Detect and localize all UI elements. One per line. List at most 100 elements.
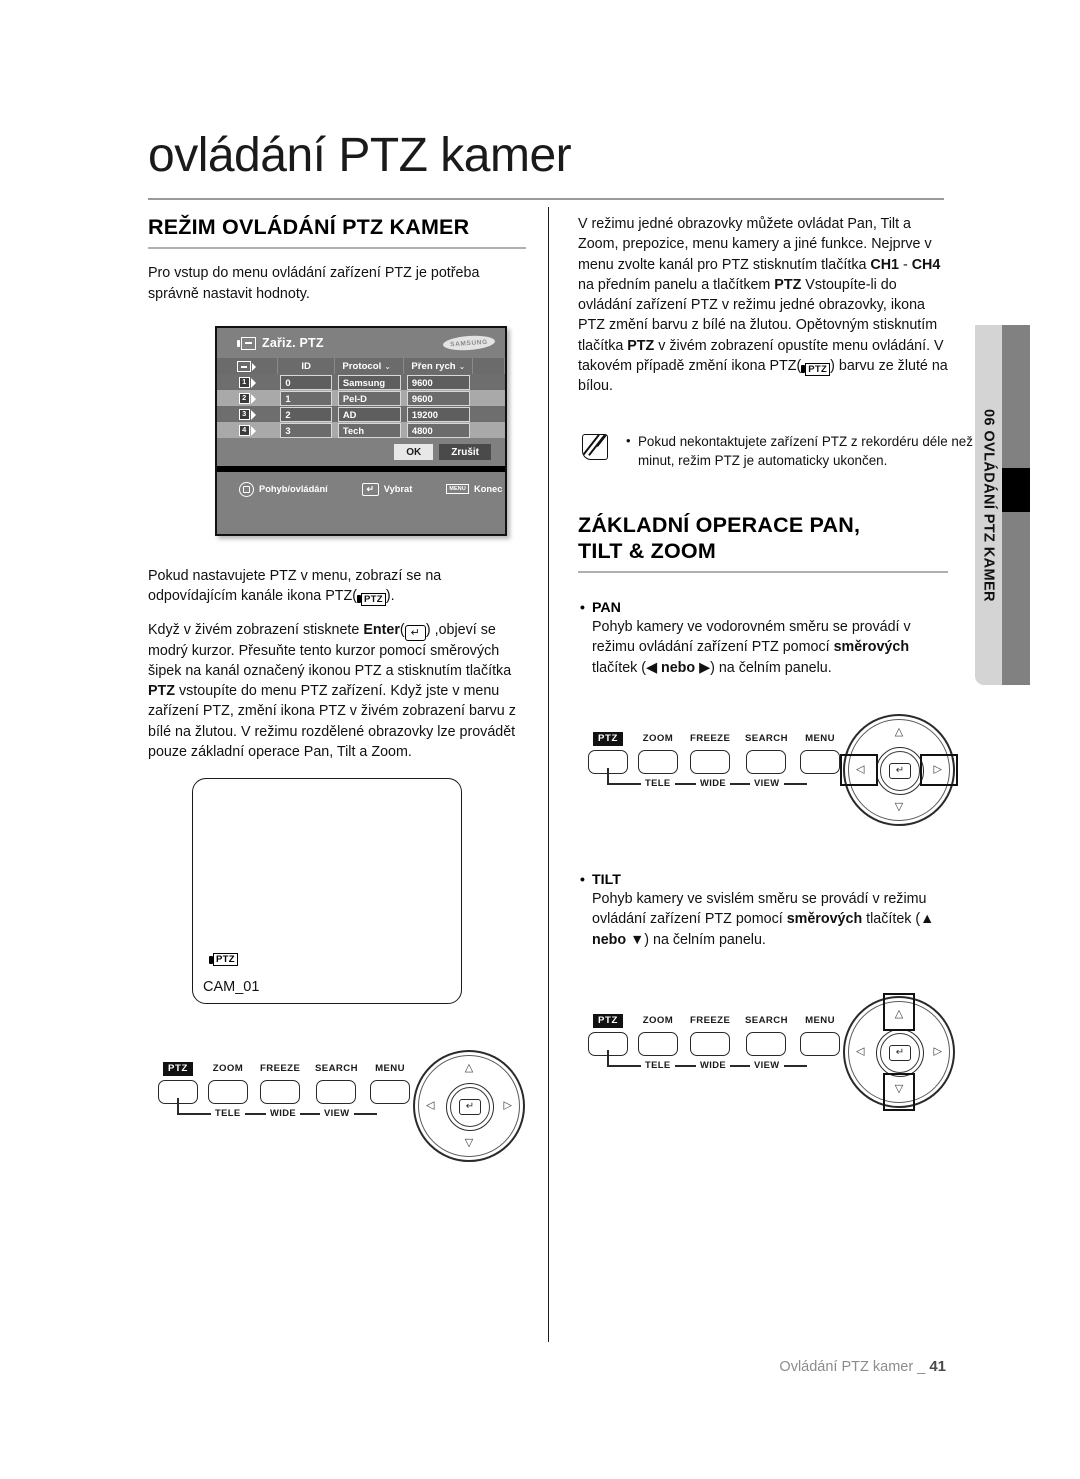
cell-protocol[interactable]: Tech bbox=[334, 422, 404, 438]
key-label-ptz: PTZ bbox=[163, 1061, 193, 1076]
table-row[interactable]: 2 1 Pel-D 9600 bbox=[217, 390, 505, 406]
note-block: Pokud nekontaktujete zařízení PTZ z reko… bbox=[578, 432, 994, 470]
key-label-menu: MENU bbox=[805, 1015, 835, 1026]
hint-exit: MENU Konec bbox=[446, 484, 502, 494]
ptz-device-table: ID Protocol ⌄ Přen rych ⌄ 1 0 Samsung 96… bbox=[217, 358, 505, 438]
arrow-right-icon[interactable]: ▷ bbox=[934, 1046, 942, 1058]
camera-icon bbox=[237, 336, 256, 350]
tilt-title: TILT bbox=[578, 871, 948, 888]
brace-stem bbox=[177, 1098, 179, 1114]
ptz-icon-paragraph: Pokud nastavujete PTZ v menu, zobrazí se… bbox=[148, 568, 442, 606]
header-protocol: Protocol ⌄ bbox=[334, 358, 405, 374]
key-label-search: SEARCH bbox=[315, 1063, 358, 1074]
hint-move: Pohyb/ovládání bbox=[239, 481, 328, 497]
camera-label: CAM_01 bbox=[203, 979, 260, 995]
enter-icon[interactable]: ↵ bbox=[459, 1099, 481, 1115]
tilt-text: Pohyb kamery ve svislém směru se provádí… bbox=[592, 891, 935, 948]
cell-channel: 4 bbox=[217, 422, 278, 438]
cell-id[interactable]: 0 bbox=[277, 374, 335, 390]
key-label-search: SEARCH bbox=[745, 733, 788, 744]
side-tab-label: 06 OVLÁDÁNÍ PTZ KAMER bbox=[980, 408, 997, 602]
ok-button[interactable]: OK bbox=[394, 444, 434, 460]
chevron-down-icon: ⌄ bbox=[384, 361, 391, 371]
page-title: ovládání PTZ kamer bbox=[148, 129, 572, 182]
menu-key-icon: MENU bbox=[446, 484, 469, 494]
header-baudrate: Přen rych ⌄ bbox=[403, 358, 474, 374]
highlight-up-arrow bbox=[883, 993, 915, 1031]
page-footer: Ovládání PTZ kamer _ 41 bbox=[779, 1358, 946, 1375]
cell-id[interactable]: 3 bbox=[277, 422, 335, 438]
key-search[interactable] bbox=[316, 1080, 357, 1104]
left-section-rule bbox=[148, 247, 526, 250]
note-list: Pokud nekontaktujete zařízení PTZ z reko… bbox=[624, 432, 994, 470]
dpad-control[interactable]: △ ▽ ◁ ▷ ↵ bbox=[840, 714, 958, 826]
arrow-right-icon[interactable]: ▷ bbox=[504, 1100, 512, 1112]
cell-protocol[interactable]: AD bbox=[334, 406, 404, 422]
cell-baudrate[interactable]: 9600 bbox=[403, 374, 473, 390]
dpad-hub: ↵ bbox=[880, 751, 920, 791]
arrow-up-icon[interactable]: △ bbox=[465, 1063, 473, 1074]
dpad-control[interactable]: △ ▽ ◁ ▷ ↵ bbox=[413, 1050, 525, 1162]
key-label-ptz: PTZ bbox=[593, 1013, 623, 1028]
cell-protocol[interactable]: Pel-D bbox=[334, 390, 404, 406]
key-freeze[interactable] bbox=[260, 1080, 301, 1104]
enter-icon[interactable]: ↵ bbox=[889, 763, 911, 779]
key-menu[interactable] bbox=[370, 1080, 410, 1104]
pan-block: PAN Pohyb kamery ve vodorovném směru se … bbox=[578, 599, 948, 678]
cell-baudrate[interactable]: 19200 bbox=[403, 406, 473, 422]
left-column: REŽIM OVLÁDÁNÍ PTZ KAMER Pro vstup do me… bbox=[148, 214, 526, 317]
key-menu[interactable] bbox=[800, 1032, 840, 1056]
cell-id[interactable]: 1 bbox=[277, 390, 335, 406]
cell-baudrate[interactable]: 4800 bbox=[403, 422, 473, 438]
brace-stem bbox=[607, 1050, 609, 1066]
cancel-button[interactable]: Zrušit bbox=[439, 444, 491, 460]
highlight-down-arrow bbox=[883, 1073, 915, 1111]
cell-spacer bbox=[472, 406, 505, 422]
key-menu[interactable] bbox=[800, 750, 840, 774]
pan-text: Pohyb kamery ve vodorovném směru se prov… bbox=[592, 619, 911, 676]
sublabel-view: VIEW bbox=[750, 777, 784, 788]
key-search[interactable] bbox=[746, 750, 787, 774]
table-header-row: ID Protocol ⌄ Přen rych ⌄ bbox=[217, 358, 505, 374]
cell-spacer bbox=[472, 422, 505, 438]
sublabel-wide: WIDE bbox=[696, 1059, 731, 1070]
sublabel-wide: WIDE bbox=[266, 1107, 301, 1118]
table-row[interactable]: 3 2 AD 19200 bbox=[217, 406, 505, 422]
dialog-title: Zařiz. PTZ bbox=[262, 336, 324, 350]
footer-text: Ovládání PTZ kamer _ bbox=[779, 1359, 926, 1375]
brace-stem bbox=[607, 768, 609, 784]
key-zoom[interactable] bbox=[638, 750, 678, 774]
front-panel-diagram: PTZ ZOOM FREEZE SEARCH MENU TELE WIDE VI… bbox=[148, 1050, 538, 1168]
arrow-left-icon[interactable]: ◁ bbox=[426, 1100, 434, 1112]
table-row[interactable]: 4 3 Tech 4800 bbox=[217, 422, 505, 438]
arrow-down-icon[interactable]: ▽ bbox=[895, 802, 903, 813]
chevron-down-icon: ⌄ bbox=[458, 361, 466, 371]
key-search[interactable] bbox=[746, 1032, 787, 1056]
key-label-freeze: FREEZE bbox=[260, 1063, 301, 1074]
tilt-panel-diagram: PTZ ZOOM FREEZE SEARCH MENU TELE WIDE VI… bbox=[578, 993, 968, 1120]
ptz-badge-icon: PTZ bbox=[357, 592, 386, 606]
side-tab-text-wrap: 06 OVLÁDÁNÍ PTZ KAMER bbox=[975, 325, 1002, 685]
arrow-left-icon[interactable]: ◁ bbox=[856, 1046, 864, 1058]
cell-protocol[interactable]: Samsung bbox=[334, 374, 404, 390]
arrow-up-icon[interactable]: △ bbox=[895, 727, 903, 738]
table-row[interactable]: 1 0 Samsung 9600 bbox=[217, 374, 505, 390]
cell-id[interactable]: 2 bbox=[277, 406, 335, 422]
key-zoom[interactable] bbox=[208, 1080, 248, 1104]
enter-icon[interactable]: ↵ bbox=[889, 1045, 911, 1061]
live-view-preview: PTZ CAM_01 bbox=[192, 778, 462, 1004]
sublabel-view: VIEW bbox=[320, 1107, 354, 1118]
key-label-freeze: FREEZE bbox=[690, 733, 731, 744]
dpad-control[interactable]: △ ▽ ◁ ▷ ↵ bbox=[843, 993, 955, 1111]
highlight-left-arrow bbox=[840, 754, 878, 786]
key-freeze[interactable] bbox=[690, 1032, 731, 1056]
arrow-down-icon[interactable]: ▽ bbox=[465, 1138, 473, 1149]
key-zoom[interactable] bbox=[638, 1032, 678, 1056]
dialog-buttons: OK Zrušit bbox=[217, 438, 505, 466]
key-freeze[interactable] bbox=[690, 750, 731, 774]
ptz-badge-icon: PTZ bbox=[209, 953, 238, 966]
header-id: ID bbox=[277, 358, 336, 374]
header-spacer bbox=[472, 358, 505, 374]
channel-icon: 2 bbox=[238, 393, 256, 404]
cell-baudrate[interactable]: 9600 bbox=[403, 390, 473, 406]
